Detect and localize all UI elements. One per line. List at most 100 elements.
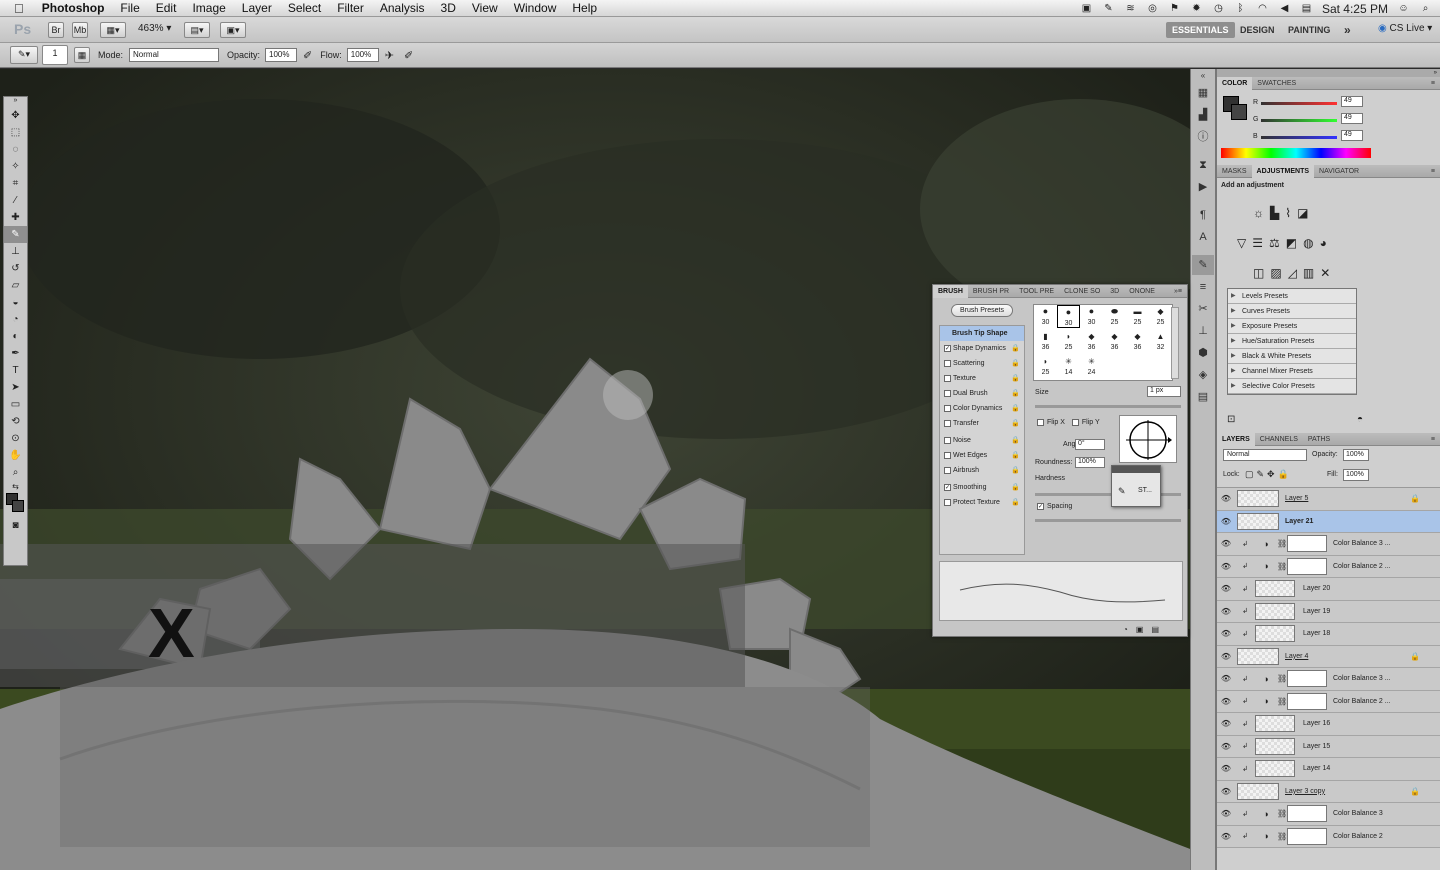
layer-name[interactable]: Layer 16 — [1303, 720, 1330, 727]
brush-option-checkbox[interactable] — [944, 452, 951, 459]
paragraph-icon[interactable]: ¶ — [1192, 205, 1214, 225]
layer-name[interactable]: Layer 3 copy — [1285, 788, 1325, 795]
layer-mask-thumbnail[interactable] — [1287, 827, 1327, 845]
zoom-level[interactable]: 463% ▾ — [138, 23, 171, 34]
option-lock-icon[interactable]: 🔒 — [1011, 448, 1020, 463]
visibility-eye-icon[interactable]: 👁 — [1217, 607, 1235, 616]
visibility-eye-icon[interactable]: 👁 — [1217, 494, 1235, 503]
brush-panel-icon[interactable]: ✎ — [1192, 255, 1214, 275]
pen-tool-icon[interactable]: ✒ — [4, 345, 27, 362]
visibility-eye-icon[interactable]: 👁 — [1217, 539, 1235, 548]
brush-option-noise[interactable]: Noise 🔒 — [940, 433, 1024, 448]
input-flag-icon[interactable]: ▤ — [1300, 3, 1313, 14]
brush-option-color-dynamics[interactable]: Color Dynamics 🔒 — [940, 401, 1024, 416]
lasso-tool-icon[interactable]: ◌ — [4, 141, 27, 158]
brush-option-checkbox[interactable]: ✓ — [944, 345, 951, 352]
brush-tip-cell[interactable]: ◆ 25 — [1149, 305, 1172, 328]
hue-saturation-icon[interactable]: ☰ — [1252, 236, 1263, 250]
brush-presets-button[interactable]: Brush Presets — [951, 304, 1013, 317]
adjustments-options-icon[interactable]: ◓ — [1357, 414, 1363, 425]
adjustments-menu-icon[interactable]: ≡ — [1426, 165, 1440, 178]
brush-tip-cell[interactable]: ◆ 36 — [1126, 330, 1149, 353]
flip-y-checkbox[interactable] — [1071, 419, 1079, 426]
healing-brush-tool-icon[interactable]: ✚ — [4, 209, 27, 226]
brush-presets-icon[interactable]: ≡ — [1192, 277, 1214, 297]
3d-orbit-tool-icon[interactable]: ⊙ — [4, 430, 27, 447]
settings-icon[interactable]: ✹ — [1190, 3, 1203, 14]
tab-masks[interactable]: MASKS — [1217, 165, 1252, 178]
character-icon[interactable]: A — [1192, 227, 1214, 247]
menu-view[interactable]: View — [464, 0, 506, 17]
layer-name[interactable]: Color Balance 3 ... — [1333, 675, 1391, 682]
volume-icon[interactable]: ◀ — [1278, 3, 1291, 14]
layer-row[interactable]: 👁 ↲ ◑ ⛓ Color Balance 3 — [1217, 803, 1440, 826]
option-lock-icon[interactable]: 🔒 — [1011, 386, 1020, 401]
tab-paths[interactable]: PATHS — [1303, 433, 1335, 446]
brush-tip-cell[interactable]: ● 30 — [1080, 305, 1103, 328]
visibility-eye-icon[interactable]: 👁 — [1217, 719, 1235, 728]
green-value-field[interactable]: 49 — [1341, 113, 1363, 124]
layer-row[interactable]: 👁 ↲ Layer 16 — [1217, 713, 1440, 736]
arrange-documents-button[interactable]: ▤▾ — [184, 22, 210, 38]
brush-tip-cell[interactable]: ◗ 25 — [1057, 330, 1080, 353]
blur-tool-icon[interactable]: ◔ — [4, 311, 27, 328]
brush-tip-scrollbar[interactable] — [1171, 307, 1179, 379]
brush-option-protect-texture[interactable]: Protect Texture 🔒 — [940, 495, 1024, 510]
option-lock-icon[interactable]: 🔒 — [1011, 480, 1020, 495]
brush-option-checkbox[interactable] — [944, 499, 951, 506]
visibility-eye-icon[interactable]: 👁 — [1217, 652, 1235, 661]
layer-opacity-field[interactable]: 100% — [1343, 449, 1369, 461]
flag-icon[interactable]: ⚑ — [1168, 3, 1181, 14]
layer-name[interactable]: Color Balance 2 ... — [1333, 563, 1391, 570]
launch-mini-bridge-button[interactable]: Mb — [72, 22, 88, 38]
visibility-eye-icon[interactable]: 👁 — [1217, 832, 1235, 841]
3d-panel-icon[interactable]: ⬢ — [1192, 343, 1214, 363]
fill-field[interactable]: 100% — [1343, 469, 1369, 481]
user-icon[interactable]: ☺ — [1397, 3, 1410, 14]
option-lock-icon[interactable]: 🔒 — [1011, 401, 1020, 416]
gradient-map-icon[interactable]: ▥ — [1303, 266, 1314, 280]
tool-presets-icon[interactable]: ✂ — [1192, 299, 1214, 319]
dodge-tool-icon[interactable]: ◐ — [4, 328, 27, 345]
menu-filter[interactable]: Filter — [329, 0, 372, 17]
visibility-eye-icon[interactable]: 👁 — [1217, 629, 1235, 638]
wifi-icon[interactable]: ◠ — [1256, 3, 1269, 14]
layer-row[interactable]: 👁 ↲ ◑ ⛓ Color Balance 3 ... — [1217, 533, 1440, 556]
menu-file[interactable]: File — [112, 0, 147, 17]
channel-mixer-icon[interactable]: ◕ — [1320, 236, 1327, 250]
toggle-live-tip-icon[interactable]: ◔ — [1123, 625, 1136, 634]
layers-menu-icon[interactable]: ≡ — [1426, 433, 1440, 446]
layer-name[interactable]: Layer 18 — [1303, 630, 1330, 637]
marquee-tool-icon[interactable]: ⬚ — [4, 124, 27, 141]
brush-option-checkbox[interactable] — [944, 420, 951, 427]
brush-tip-cell[interactable]: ▲ 32 — [1149, 330, 1172, 353]
brush-option-brush-tip-shape[interactable]: Brush Tip Shape — [940, 326, 1024, 341]
visibility-eye-icon[interactable]: 👁 — [1217, 787, 1235, 796]
menu-photoshop[interactable]: Photoshop — [34, 0, 113, 17]
blue-value-field[interactable]: 49 — [1341, 130, 1363, 141]
crop-tool-icon[interactable]: ⌗ — [4, 175, 27, 192]
flow-field[interactable]: 100% — [346, 48, 379, 62]
layer-name[interactable]: Layer 21 — [1285, 518, 1313, 525]
bluetooth-icon[interactable]: ᛒ — [1234, 3, 1247, 14]
info-icon[interactable]: ⓘ — [1192, 127, 1214, 147]
pressure-opacity-icon[interactable]: ✐ — [303, 49, 312, 62]
launch-bridge-button[interactable]: Br — [48, 22, 64, 38]
toggle-brush-panel-button[interactable]: ▦ — [74, 47, 90, 63]
layer-row[interactable]: 👁 ↲ ◑ ⛓ Color Balance 2 ... — [1217, 690, 1440, 713]
layer-mask-thumbnail[interactable] — [1287, 535, 1327, 553]
size-slider[interactable] — [1035, 405, 1181, 408]
brush-preset-picker[interactable]: 1 — [42, 45, 68, 65]
clone-source-icon[interactable]: ⊥ — [1192, 321, 1214, 341]
brush-option-checkbox[interactable] — [944, 375, 951, 382]
threshold-icon[interactable]: ◿ — [1288, 266, 1297, 280]
preset-popup[interactable]: ✎ ST... — [1111, 465, 1161, 507]
time-machine-icon[interactable]: ◷ — [1212, 3, 1225, 14]
cs-live-button[interactable]: ◉ CS Live ▾ — [1378, 23, 1432, 34]
mini-bridge-icon[interactable]: ▦ — [1192, 83, 1214, 103]
layer-name[interactable]: Color Balance 2 ... — [1333, 698, 1391, 705]
eraser-tool-icon[interactable]: ▱ — [4, 277, 27, 294]
menu-edit[interactable]: Edit — [148, 0, 185, 17]
option-lock-icon[interactable]: 🔒 — [1011, 463, 1020, 478]
option-lock-icon[interactable]: 🔒 — [1011, 495, 1020, 510]
